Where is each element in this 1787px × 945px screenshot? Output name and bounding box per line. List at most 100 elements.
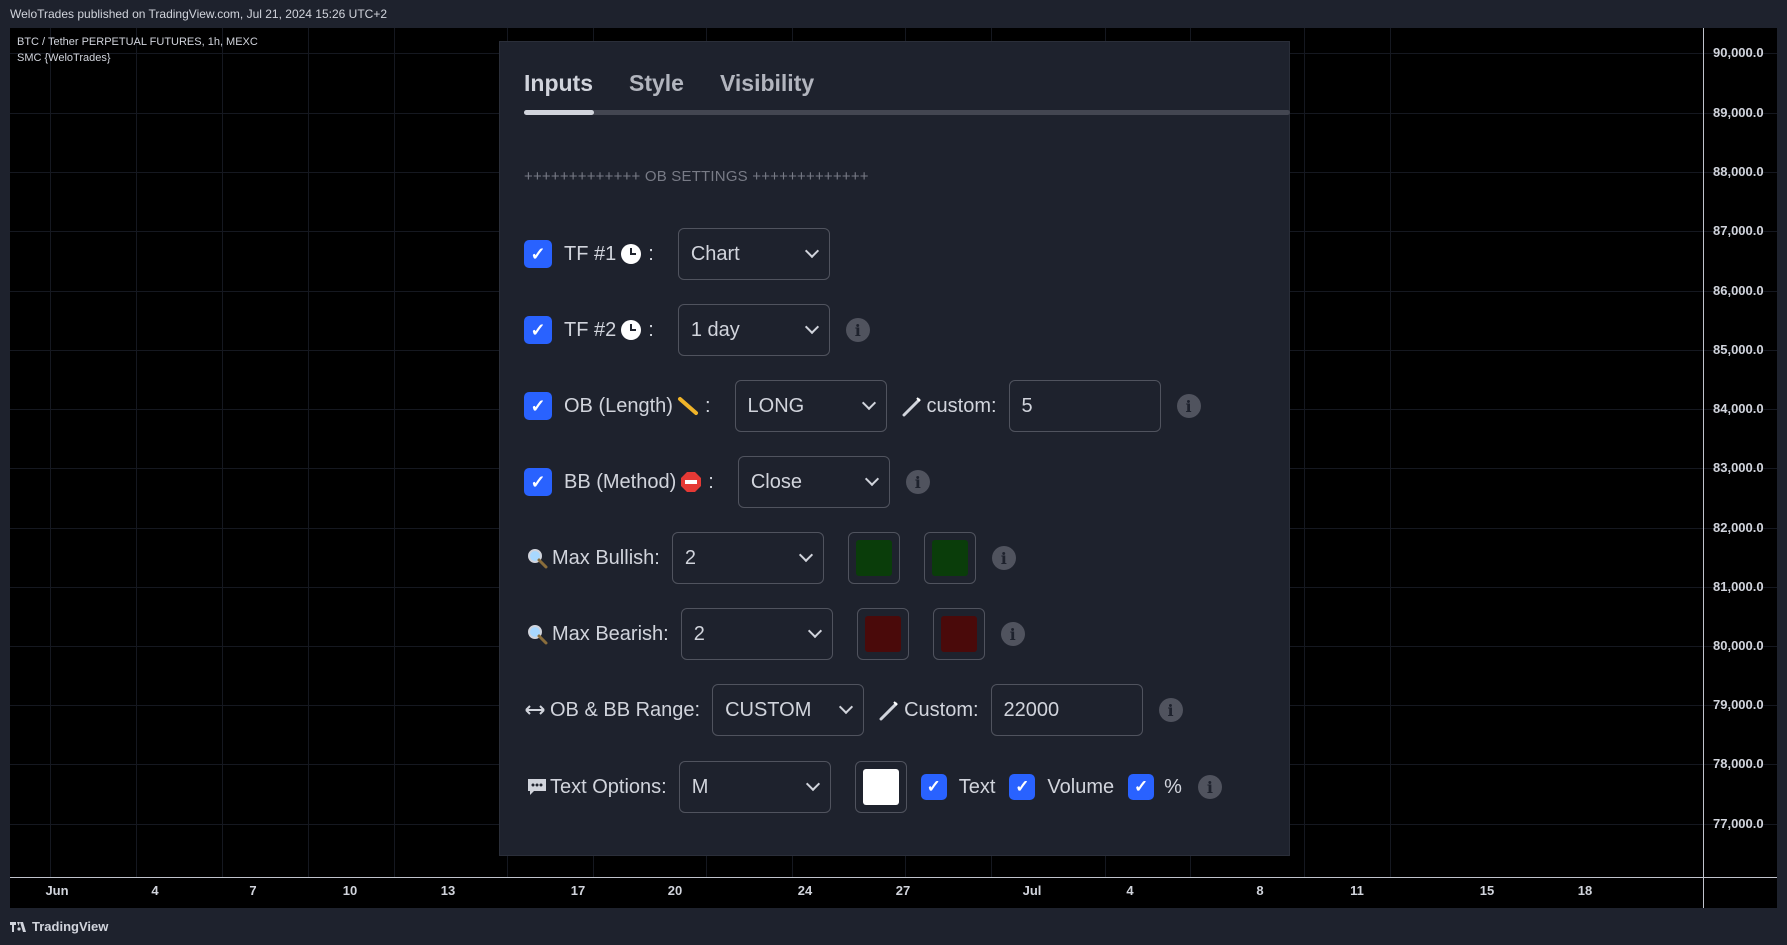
bb-method-row: ✓ BB (Method) : Close i	[524, 456, 930, 508]
ob-length-select[interactable]: LONG	[734, 380, 887, 432]
text-color[interactable]	[854, 761, 907, 813]
ob-custom-value: 5	[1021, 394, 1033, 417]
range-select[interactable]: CUSTOM	[712, 684, 865, 736]
max-bullish-label: Max Bullish:	[552, 546, 660, 569]
color-swatch	[862, 769, 899, 805]
bullish-color-2[interactable]	[923, 532, 976, 584]
tf2-row: ✓ TF #2 : 1 day i	[524, 304, 870, 356]
footer-bar: TradingView	[0, 908, 1787, 945]
max-bearish-select[interactable]: 2	[680, 608, 833, 660]
bullish-color-1[interactable]	[847, 532, 900, 584]
tf1-row: ✓ TF #1 : Chart	[524, 228, 830, 280]
date-label: 7	[249, 883, 257, 898]
tf1-select[interactable]: Chart	[677, 228, 830, 280]
date-label: 20	[667, 883, 683, 898]
publish-text: WeloTrades published on TradingView.com,…	[10, 7, 388, 21]
tab-bar: Inputs Style Visibility	[524, 70, 814, 97]
grid-line	[136, 28, 137, 878]
price-label: 90,000.0	[1713, 45, 1764, 60]
price-label: 78,000.0	[1713, 756, 1764, 771]
text-checkbox-label: Text	[958, 775, 996, 798]
bb-method-checkbox[interactable]: ✓	[524, 468, 552, 496]
ob-custom-label: custom:	[926, 394, 997, 417]
date-label: Jul	[1022, 883, 1042, 898]
date-label: 27	[895, 883, 911, 898]
magnifier-icon	[526, 547, 548, 569]
ob-length-row: ✓ OB (Length) : LONG custom: 5 i	[524, 380, 1201, 432]
max-bullish-row: Max Bullish: 2 i	[524, 532, 1016, 584]
info-icon[interactable]: i	[1197, 775, 1222, 799]
bb-method-select-value: Close	[750, 470, 802, 493]
max-bearish-label: Max Bearish:	[552, 622, 669, 645]
volume-checkbox[interactable]: ✓	[1009, 774, 1036, 800]
date-label: 17	[570, 883, 586, 898]
bb-method-select[interactable]: Close	[737, 456, 890, 508]
price-label: 86,000.0	[1713, 283, 1764, 298]
bearish-color-1[interactable]	[856, 608, 909, 660]
tf2-checkbox[interactable]: ✓	[524, 316, 552, 344]
price-label: 80,000.0	[1713, 638, 1764, 653]
ob-custom-input[interactable]: 5	[1008, 380, 1161, 432]
tab-inputs[interactable]: Inputs	[524, 70, 593, 97]
tab-style[interactable]: Style	[629, 70, 684, 97]
settings-dialog: Inputs Style Visibility +++++++++++++ OB…	[499, 41, 1290, 856]
price-label: 87,000.0	[1713, 223, 1764, 238]
date-label: 8	[1256, 883, 1264, 898]
chevron-down-icon	[804, 319, 819, 335]
info-icon[interactable]: i	[1000, 622, 1025, 646]
date-label: 15	[1479, 883, 1495, 898]
max-bullish-select-value: 2	[684, 546, 696, 569]
date-label: 4	[151, 883, 159, 898]
range-select-value: CUSTOM	[725, 698, 812, 721]
chart-legend: BTC / Tether PERPETUAL FUTURES, 1h, MEXC…	[17, 34, 258, 66]
grid-line	[222, 28, 223, 878]
max-bullish-select[interactable]: 2	[671, 532, 824, 584]
tf1-label: TF #1	[564, 242, 617, 265]
chevron-down-icon	[805, 776, 820, 792]
text-options-label: Text Options:	[550, 775, 667, 798]
tab-visibility[interactable]: Visibility	[720, 70, 814, 97]
chevron-down-icon	[839, 699, 854, 715]
bearish-color-2[interactable]	[932, 608, 985, 660]
price-label: 85,000.0	[1713, 342, 1764, 357]
brand-name[interactable]: TradingView	[32, 919, 108, 934]
text-checkbox[interactable]: ✓	[920, 774, 947, 800]
tf1-checkbox[interactable]: ✓	[524, 240, 552, 268]
time-axis-border	[10, 877, 1777, 878]
date-label: 4	[1126, 883, 1134, 898]
grid-line	[308, 28, 309, 878]
indicator-title[interactable]: SMC {WeloTrades}	[17, 50, 258, 66]
chevron-down-icon	[804, 243, 819, 259]
symbol-title[interactable]: BTC / Tether PERPETUAL FUTURES, 1h, MEXC	[17, 34, 258, 50]
date-label: 24	[797, 883, 813, 898]
ob-length-checkbox[interactable]: ✓	[524, 392, 552, 420]
price-label: 84,000.0	[1713, 401, 1764, 416]
max-bearish-select-value: 2	[693, 622, 705, 645]
ob-length-label: OB (Length)	[564, 394, 673, 417]
ruler-icon	[677, 395, 699, 417]
date-label: 13	[440, 883, 456, 898]
volume-checkbox-label: Volume	[1047, 775, 1115, 798]
tf1-colon: :	[648, 242, 654, 265]
tf2-select-value: 1 day	[690, 318, 740, 341]
price-label: 83,000.0	[1713, 460, 1764, 475]
tf2-select[interactable]: 1 day	[677, 304, 830, 356]
info-icon[interactable]: i	[1176, 394, 1201, 418]
clock-icon	[620, 319, 642, 341]
tab-scroll-track[interactable]	[524, 110, 1290, 115]
range-custom-input[interactable]: 22000	[990, 684, 1143, 736]
info-icon[interactable]: i	[845, 318, 870, 342]
text-size-select[interactable]: M	[678, 761, 831, 813]
color-swatch	[864, 616, 901, 652]
ob-length-colon: :	[704, 394, 711, 417]
percent-checkbox[interactable]: ✓	[1128, 774, 1155, 800]
bb-method-colon: :	[708, 470, 714, 493]
screen: WeloTrades published on TradingView.com,…	[0, 0, 1787, 945]
date-label: 10	[342, 883, 358, 898]
info-icon[interactable]: i	[905, 470, 930, 494]
info-icon[interactable]: i	[1158, 698, 1183, 722]
publish-bar: WeloTrades published on TradingView.com,…	[0, 0, 1787, 28]
price-label: 88,000.0	[1713, 164, 1764, 179]
ob-length-select-value: LONG	[747, 394, 805, 417]
info-icon[interactable]: i	[991, 546, 1016, 570]
